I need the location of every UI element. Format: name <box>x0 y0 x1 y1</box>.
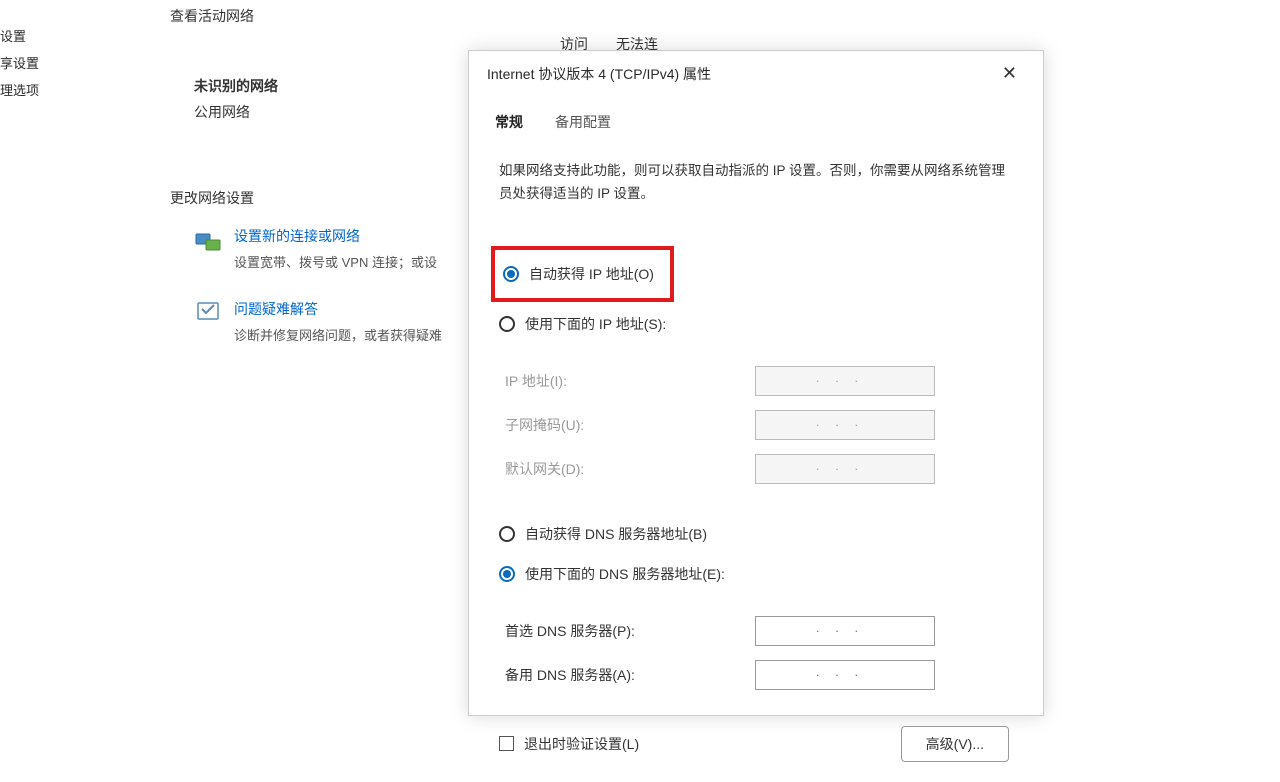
dialog-title: Internet 协议版本 4 (TCP/IPv4) 属性 <box>487 64 711 84</box>
gateway-input: ... <box>755 454 935 484</box>
manual-ip-radio[interactable]: 使用下面的 IP 地址(S): <box>499 310 1013 338</box>
nav-item-settings[interactable]: 设置 <box>0 22 39 49</box>
ip-address-input: ... <box>755 366 935 396</box>
manual-dns-label: 使用下面的 DNS 服务器地址(E): <box>525 564 725 584</box>
manual-ip-label: 使用下面的 IP 地址(S): <box>525 314 666 334</box>
change-settings-title: 更改网络设置 <box>170 188 442 208</box>
checkbox-unchecked-icon <box>499 736 514 751</box>
preferred-dns-label: 首选 DNS 服务器(P): <box>505 621 755 641</box>
radio-unchecked-icon <box>499 316 515 332</box>
unknown-network-label: 未识别的网络 <box>194 76 442 96</box>
info-text: 如果网络支持此功能，则可以获取自动指派的 IP 设置。否则，你需要从网络系统管理… <box>499 160 1013 206</box>
ip-address-label: IP 地址(I): <box>505 371 755 391</box>
radio-checked-icon <box>499 566 515 582</box>
close-button[interactable]: ✕ <box>994 61 1025 86</box>
alternate-dns-input[interactable]: ... <box>755 660 935 690</box>
ip-fields: IP 地址(I): ... 子网掩码(U): ... 默认网关(D): ... <box>499 366 1013 484</box>
alternate-dns-label: 备用 DNS 服务器(A): <box>505 665 755 685</box>
ip-radio-group: 自动获得 IP 地址(O) 使用下面的 IP 地址(S): <box>499 246 1013 338</box>
dialog-body: 如果网络支持此功能，则可以获取自动指派的 IP 设置。否则，你需要从网络系统管理… <box>469 140 1043 782</box>
nav-item-share[interactable]: 享设置 <box>0 49 39 76</box>
subnet-mask-input: ... <box>755 410 935 440</box>
new-connection-desc: 设置宽带、拨号或 VPN 连接；或设 <box>234 252 437 271</box>
new-connection-icon <box>194 226 222 254</box>
left-nav: 设置 享设置 理选项 <box>0 22 39 103</box>
gateway-label: 默认网关(D): <box>505 459 755 479</box>
manual-dns-radio[interactable]: 使用下面的 DNS 服务器地址(E): <box>499 560 1013 588</box>
auto-dns-radio[interactable]: 自动获得 DNS 服务器地址(B) <box>499 520 1013 548</box>
radio-checked-icon <box>503 266 519 282</box>
validate-label: 退出时验证设置(L) <box>524 734 639 754</box>
tab-general[interactable]: 常规 <box>491 104 527 140</box>
radio-unchecked-icon <box>499 526 515 542</box>
troubleshoot-icon <box>194 299 222 327</box>
auto-dns-label: 自动获得 DNS 服务器地址(B) <box>525 524 707 544</box>
auto-ip-radio[interactable]: 自动获得 IP 地址(O) <box>503 260 654 288</box>
public-network-label: 公用网络 <box>194 102 442 122</box>
tab-alternate[interactable]: 备用配置 <box>551 104 615 140</box>
troubleshoot-desc: 诊断并修复网络问题，或者获得疑难 <box>234 325 442 344</box>
preferred-dns-input[interactable]: ... <box>755 616 935 646</box>
dialog-tabs: 常规 备用配置 <box>469 104 1043 140</box>
troubleshoot-link[interactable]: 问题疑难解答 <box>234 299 442 319</box>
ipv4-properties-dialog: Internet 协议版本 4 (TCP/IPv4) 属性 ✕ 常规 备用配置 … <box>468 50 1044 716</box>
dns-radio-group: 自动获得 DNS 服务器地址(B) 使用下面的 DNS 服务器地址(E): <box>499 520 1013 588</box>
dns-fields: 首选 DNS 服务器(P): ... 备用 DNS 服务器(A): ... <box>499 616 1013 690</box>
new-connection-link[interactable]: 设置新的连接或网络 <box>234 226 437 246</box>
advanced-button[interactable]: 高级(V)... <box>901 726 1009 762</box>
auto-ip-label: 自动获得 IP 地址(O) <box>529 264 654 284</box>
validate-checkbox-row[interactable]: 退出时验证设置(L) <box>499 734 639 754</box>
nav-item-manage[interactable]: 理选项 <box>0 76 39 103</box>
subnet-mask-label: 子网掩码(U): <box>505 415 755 435</box>
auto-ip-highlight: 自动获得 IP 地址(O) <box>491 246 674 302</box>
bottom-row: 退出时验证设置(L) 高级(V)... <box>499 726 1013 762</box>
active-networks-title: 查看活动网络 <box>170 6 442 26</box>
background-content: 查看活动网络 未识别的网络 公用网络 访问类型： 无法连接到 Internet … <box>170 6 442 372</box>
dialog-titlebar: Internet 协议版本 4 (TCP/IPv4) 属性 ✕ <box>469 51 1043 96</box>
